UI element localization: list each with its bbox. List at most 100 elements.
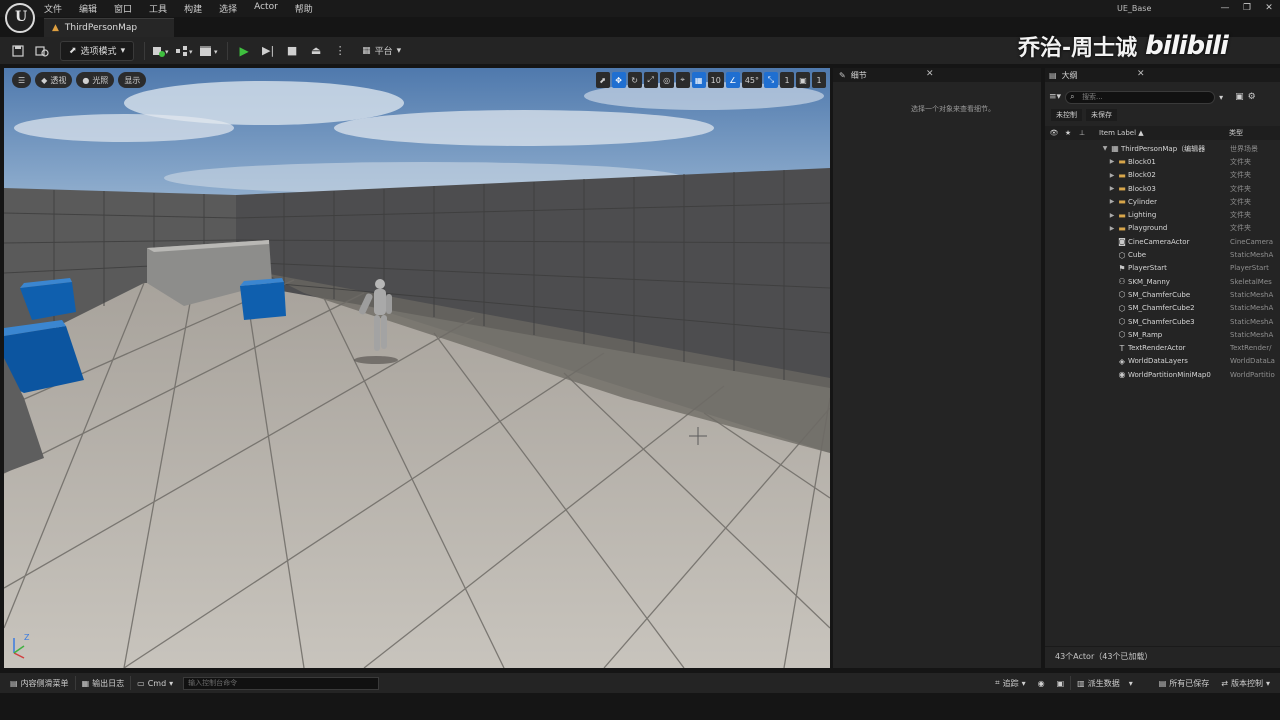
favorite-column-icon[interactable]: ★ <box>1061 129 1075 137</box>
cmd-button[interactable]: ▭ Cmd ▾ <box>131 673 179 693</box>
translate-tool-icon[interactable]: ✥ <box>611 72 626 88</box>
scale-snap-value[interactable]: 1 <box>780 72 794 88</box>
menu-help[interactable]: 帮助 <box>295 2 322 15</box>
camera-speed-icon[interactable]: ▣ <box>796 72 810 88</box>
expand-arrow-icon[interactable]: ▶ <box>1108 185 1116 192</box>
outliner-row[interactable]: ▶ ▬ Cylinder 文件夹 <box>1045 195 1280 208</box>
cinematics-icon[interactable]: ▾ <box>199 41 221 61</box>
save-icon[interactable] <box>8 41 28 61</box>
mesh-icon: ⬡ <box>1118 317 1126 326</box>
play-icon[interactable]: ▶ <box>234 41 254 61</box>
minimize-icon[interactable]: — <box>1214 0 1236 16</box>
close-icon[interactable]: ✕ <box>1137 69 1145 79</box>
viewport-menu-button[interactable]: ☰ <box>12 72 32 88</box>
outliner-row[interactable]: ⚑ PlayerStart PlayerStart <box>1045 262 1280 275</box>
menu-tools[interactable]: 工具 <box>149 2 176 15</box>
rotate-tool-icon[interactable]: ↻ <box>627 72 642 88</box>
rotation-snap-icon[interactable]: ∠ <box>725 72 740 88</box>
unreal-logo-icon[interactable]: U <box>5 3 35 33</box>
expand-arrow-icon[interactable]: ▶ <box>1108 225 1116 232</box>
chevron-down-icon: ▾ <box>1265 678 1270 688</box>
column-item-label[interactable]: Item Label ▲ <box>1099 129 1144 137</box>
outliner-item-type: 文件夹 <box>1230 171 1251 180</box>
lit-button[interactable]: ● 光照 <box>76 72 115 88</box>
scale-tool-icon[interactable]: ⤢ <box>643 72 658 88</box>
derived-data-icon: ▥ <box>1077 678 1085 688</box>
step-icon[interactable]: ▶| <box>258 41 278 61</box>
menu-select[interactable]: 选择 <box>219 2 246 15</box>
outliner-row[interactable]: ⬡ SM_ChamferCube2 StaticMeshA <box>1045 302 1280 315</box>
menu-edit[interactable]: 编辑 <box>79 2 106 15</box>
window-controls: — ❐ ✕ <box>1214 0 1280 16</box>
grid-snap-icon[interactable]: ▦ <box>691 72 706 88</box>
perspective-button[interactable]: ◆ 透视 <box>35 72 73 88</box>
console-command-input[interactable]: 输入控制台命令 <box>183 676 380 690</box>
eject-icon[interactable]: ⏏ <box>306 41 326 61</box>
outliner-row[interactable]: ◙ CineCameraActor CineCamera <box>1045 235 1280 248</box>
menu-actor[interactable]: Actor <box>254 2 287 15</box>
pin-column-icon[interactable]: ⊥ <box>1075 129 1089 137</box>
outliner-row[interactable]: ⬡ SM_Ramp StaticMeshA <box>1045 328 1280 341</box>
mode-select-button[interactable]: ⬈ 选项模式 ▾ <box>60 40 135 61</box>
outliner-row[interactable]: T TextRenderActor TextRender/ <box>1045 341 1280 354</box>
outliner-row[interactable]: ▶ ▬ Block03 文件夹 <box>1045 182 1280 195</box>
column-type[interactable]: 类型 <box>1229 128 1243 138</box>
source-control-button[interactable]: ⇄ 版本控制 ▾ <box>1215 673 1276 693</box>
camera-speed-value[interactable]: 1 <box>812 72 826 88</box>
add-actor-icon[interactable]: ▾ <box>151 41 171 61</box>
content-browser-icon[interactable] <box>32 41 52 61</box>
expand-arrow-icon[interactable]: ▶ <box>1108 198 1116 205</box>
expand-arrow-icon[interactable]: ▶ <box>1108 212 1116 219</box>
more-options-icon[interactable]: ⋮ <box>330 41 350 61</box>
add-folder-icon[interactable]: ▣ <box>1235 92 1244 102</box>
content-drawer-button[interactable]: ▤ 内容侧滑菜单 <box>4 673 75 693</box>
expand-arrow-icon[interactable]: ▶ <box>1108 158 1116 165</box>
outliner-search-input[interactable]: ⌕ 搜索... <box>1065 90 1216 104</box>
outliner-row[interactable]: ◉ WorldPartitionMiniMap0 WorldPartitio <box>1045 368 1280 381</box>
rotation-snap-value[interactable]: 45° <box>741 72 762 88</box>
expand-arrow-icon[interactable]: ▶ <box>1108 172 1116 179</box>
outliner-row[interactable]: ▶ ▬ Block01 文件夹 <box>1045 155 1280 168</box>
surface-snap-icon[interactable]: ⌖ <box>675 72 690 88</box>
tab-third-person-map[interactable]: ▲ ThirdPersonMap <box>44 18 174 37</box>
outliner-row[interactable]: ▶ ▬ Playground 文件夹 <box>1045 222 1280 235</box>
filter-chip-unsaved[interactable]: 未保存 <box>1086 109 1117 121</box>
derived-data-button[interactable]: ▥ 派生数据 ▾ <box>1071 673 1139 693</box>
level-viewport[interactable]: Z ☰ ◆ 透视 ● 光照 显示 ⬈ ✥ ↻ ⤢ ◎ ⌖ ▦ 10 ∠ 45° ⤡ … <box>4 68 830 668</box>
show-button[interactable]: 显示 <box>118 72 147 88</box>
menu-build[interactable]: 构建 <box>184 2 211 15</box>
record-icon[interactable]: ◉ <box>1032 673 1051 693</box>
maximize-icon[interactable]: ❐ <box>1236 0 1258 16</box>
scale-snap-icon[interactable]: ⤡ <box>764 72 778 88</box>
close-icon[interactable]: ✕ <box>926 69 934 79</box>
menu-window[interactable]: 窗口 <box>114 2 141 15</box>
chevron-down-icon[interactable]: ▾ <box>1219 93 1223 102</box>
settings-icon[interactable]: ⚙ <box>1248 92 1256 102</box>
platform-button[interactable]: ▦ 平台 ▾ <box>362 44 401 58</box>
select-tool-icon[interactable]: ⬈ <box>595 72 610 88</box>
save-all-button[interactable]: ▤ 所有已保存 <box>1153 673 1216 693</box>
grid-snap-value[interactable]: 10 <box>707 72 724 88</box>
outliner-row[interactable]: ⬡ SM_ChamferCube3 StaticMeshA <box>1045 315 1280 328</box>
outliner-row[interactable]: ◈ WorldDataLayers WorldDataLa <box>1045 355 1280 368</box>
trace-button[interactable]: ⌗ 追踪 ▾ <box>989 673 1032 693</box>
visibility-column-icon[interactable]: 👁 <box>1047 129 1061 137</box>
filter-icon[interactable]: ≡▾ <box>1049 92 1061 102</box>
world-local-icon[interactable]: ◎ <box>659 72 674 88</box>
platform-icon: ▦ <box>362 45 371 56</box>
close-window-icon[interactable]: ✕ <box>1258 0 1280 16</box>
expand-arrow-icon[interactable]: ▼ <box>1101 145 1109 152</box>
menu-file[interactable]: 文件 <box>44 2 71 15</box>
outliner-row[interactable]: ⬡ Cube StaticMeshA <box>1045 248 1280 261</box>
outliner-row[interactable]: ▶ ▬ Lighting 文件夹 <box>1045 208 1280 221</box>
blueprint-icon[interactable]: ▾ <box>175 41 195 61</box>
filter-chip-uncontrolled[interactable]: 未控制 <box>1051 109 1082 121</box>
screenshot-icon[interactable]: ▣ <box>1051 673 1071 693</box>
outliner-row[interactable]: ⬡ SM_ChamferCube StaticMeshA <box>1045 288 1280 301</box>
outliner-row[interactable]: ⚇ SKM_Manny SkeletalMes <box>1045 275 1280 288</box>
outliner-row[interactable]: ▶ ▬ Block02 文件夹 <box>1045 169 1280 182</box>
trace-icon: ⌗ <box>995 678 1000 687</box>
output-log-button[interactable]: ▦ 输出日志 <box>76 673 131 693</box>
stop-icon[interactable]: ■ <box>282 41 302 61</box>
outliner-row[interactable]: ▼ ▦ ThirdPersonMap（编辑器 世界场景 <box>1045 142 1280 155</box>
